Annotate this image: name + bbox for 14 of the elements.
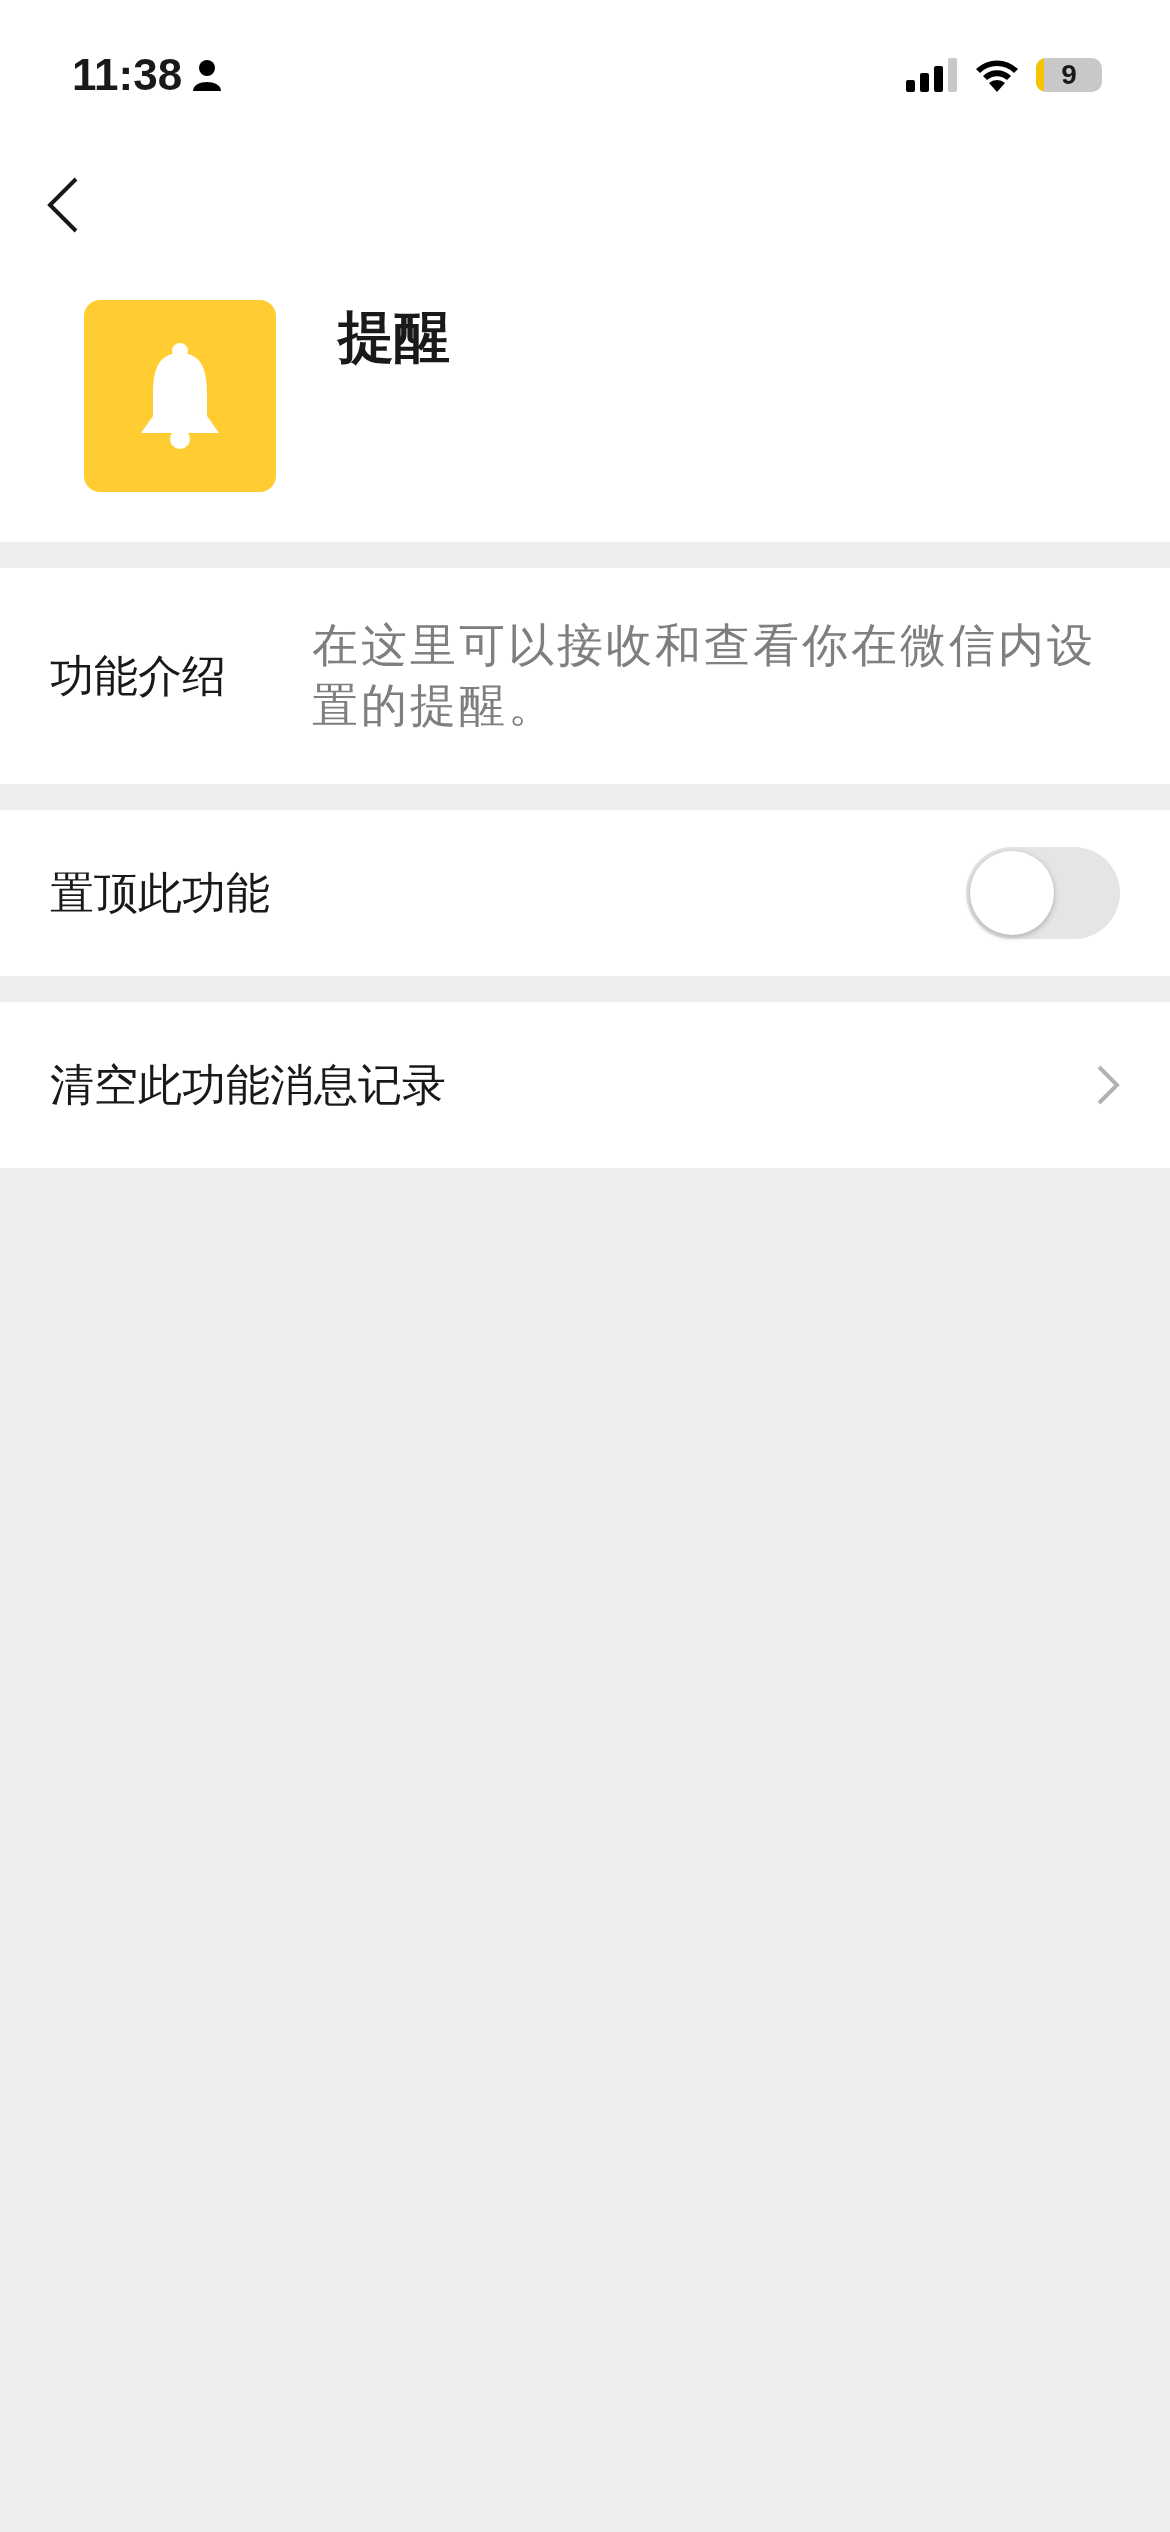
person-icon — [192, 59, 223, 91]
settings-row[interactable]: 清空此功能消息记录 — [0, 1002, 1170, 1168]
signal-icon — [906, 58, 958, 92]
intro-text: 在这里可以接收和查看你在微信内设置的提醒。 — [312, 617, 1097, 734]
setting-label: 清空此功能消息记录 — [50, 1057, 446, 1112]
status-time: 11:38 — [72, 50, 183, 100]
setting-label: 置顶此功能 — [50, 865, 270, 920]
settings-row[interactable]: 置顶此功能 — [0, 810, 1170, 976]
bell-app-icon — [84, 300, 276, 492]
intro-label: 功能介绍 — [50, 648, 227, 703]
battery-icon: 9 — [1036, 58, 1102, 92]
page-title: 提醒 — [338, 303, 450, 371]
chevron-icon — [1096, 1064, 1120, 1106]
wifi-icon — [974, 58, 1020, 92]
